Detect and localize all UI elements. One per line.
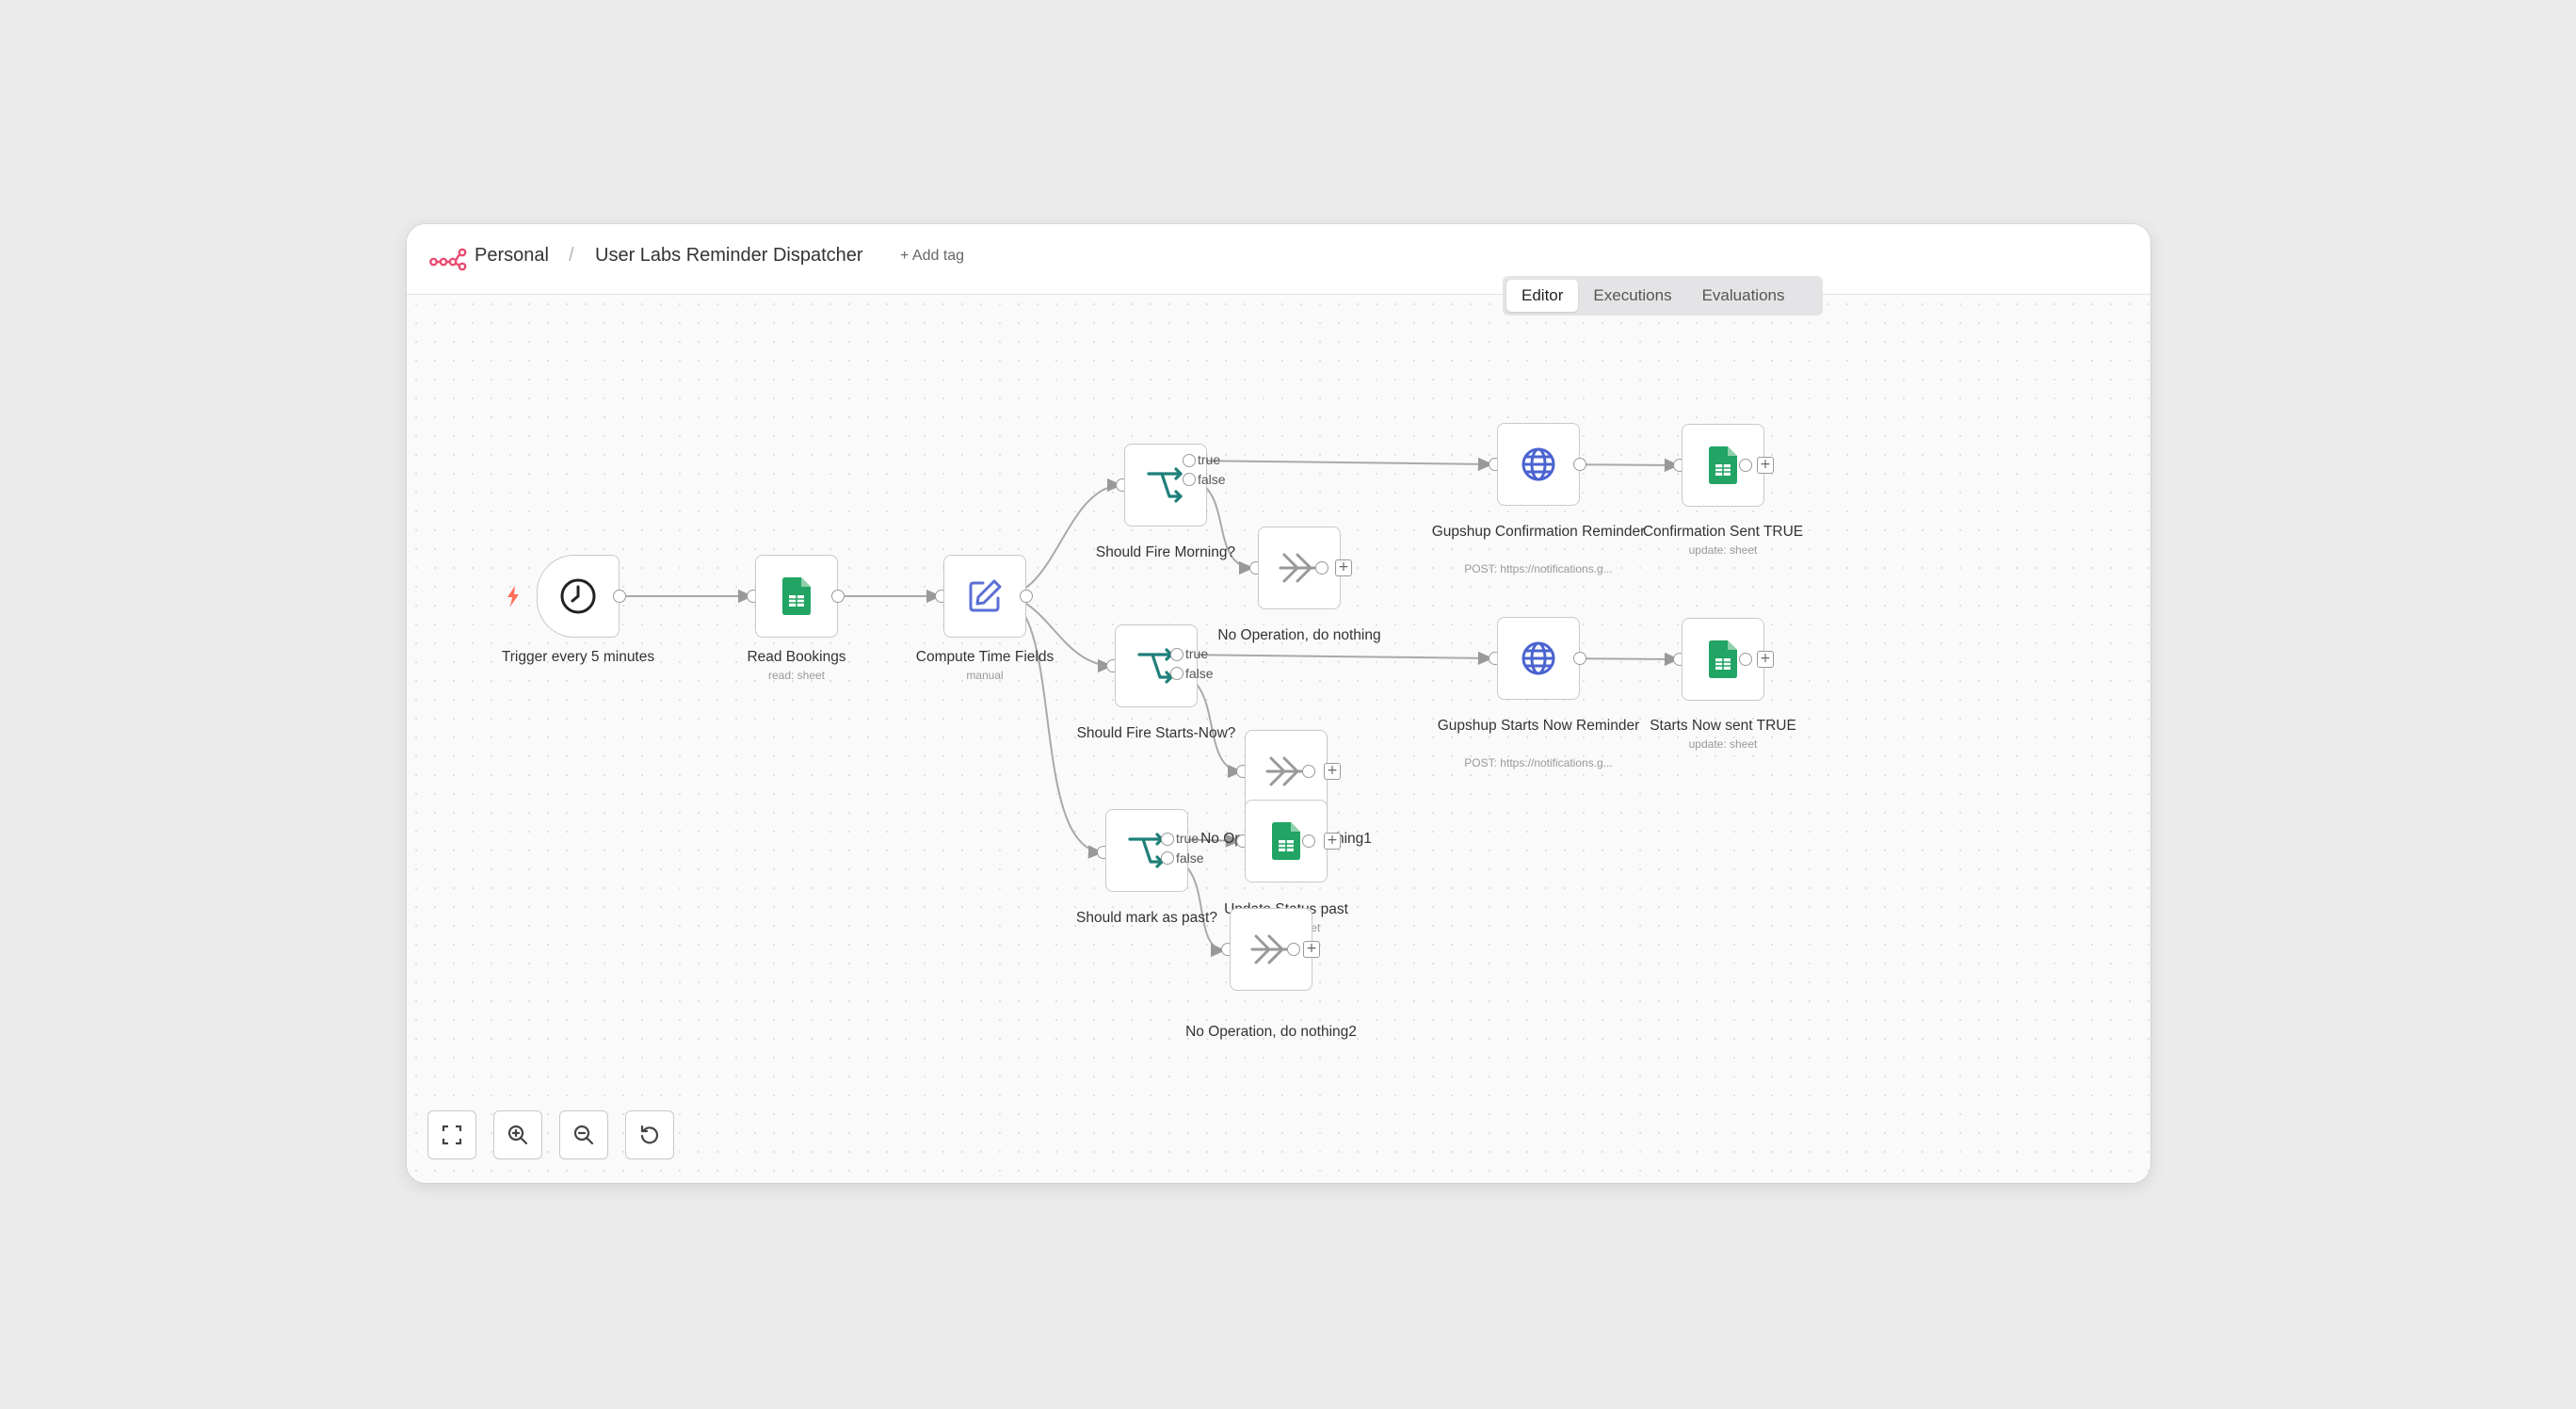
- view-tabs: Editor Executions Evaluations: [1503, 276, 1823, 316]
- node-trigger-every-5-minutes[interactable]: [537, 555, 620, 638]
- zoom-out-button[interactable]: [559, 1110, 608, 1159]
- true-output-port[interactable]: [1161, 833, 1174, 846]
- node-gupshup-starts-now[interactable]: [1497, 617, 1580, 700]
- false-branch-label: false: [1176, 850, 1204, 866]
- node-read-bookings[interactable]: [755, 555, 838, 638]
- output-port[interactable]: [1302, 765, 1315, 778]
- workflow-editor-window: Personal / User Labs Reminder Dispatcher…: [407, 224, 2150, 1183]
- reset-zoom-icon: [640, 1125, 659, 1144]
- node-sub-gupshup-confirmation: POST: https://notifications.g...: [1464, 562, 1613, 575]
- node-sub-confirmation-sent: update: sheet: [1688, 543, 1758, 557]
- node-sub-starts-sent: update: sheet: [1688, 737, 1758, 751]
- node-label-noop2: No Operation, do nothing2: [1185, 1024, 1357, 1040]
- output-port[interactable]: [1315, 561, 1328, 575]
- node-label-fire-starts-now: Should Fire Starts-Now?: [1076, 725, 1236, 741]
- globe-icon: [1521, 447, 1555, 481]
- zoom-in-icon: [507, 1125, 528, 1145]
- reset-zoom-button[interactable]: [625, 1110, 674, 1159]
- fit-view-button[interactable]: [427, 1110, 476, 1159]
- clock-icon: [560, 578, 596, 614]
- true-branch-label: true: [1185, 646, 1209, 661]
- noop-icon: [1265, 756, 1303, 786]
- node-label-starts-sent: Starts Now sent TRUE: [1650, 718, 1796, 734]
- output-port[interactable]: [613, 590, 626, 603]
- fit-view-icon: [442, 1125, 462, 1145]
- output-port[interactable]: [1020, 590, 1033, 603]
- false-branch-label: false: [1198, 472, 1226, 487]
- node-gupshup-confirmation[interactable]: [1497, 423, 1580, 506]
- node-sub-compute: manual: [966, 669, 1004, 682]
- trigger-bolt-icon: [507, 586, 519, 607]
- false-output-port[interactable]: [1170, 667, 1183, 680]
- node-label-confirmation-sent: Confirmation Sent TRUE: [1642, 524, 1804, 540]
- globe-icon: [1521, 641, 1555, 675]
- false-output-port[interactable]: [1161, 851, 1174, 865]
- output-port[interactable]: [1302, 834, 1315, 848]
- add-node-button[interactable]: +: [1303, 941, 1320, 958]
- true-branch-label: true: [1198, 452, 1221, 467]
- add-node-button[interactable]: +: [1757, 457, 1774, 474]
- google-sheets-icon: [1272, 822, 1300, 860]
- if-branch-icon: [1147, 467, 1183, 503]
- true-output-port[interactable]: [1183, 454, 1196, 467]
- google-sheets-icon: [782, 577, 811, 615]
- google-sheets-icon: [1709, 446, 1737, 484]
- tab-evaluations[interactable]: Evaluations: [1687, 280, 1800, 312]
- editor-header: Personal / User Labs Reminder Dispatcher…: [407, 224, 2150, 295]
- true-output-port[interactable]: [1170, 648, 1183, 661]
- node-label-trigger: Trigger every 5 minutes: [501, 649, 655, 665]
- true-branch-label: true: [1176, 831, 1199, 846]
- edge-morning-true-gupshup: [1186, 457, 1494, 472]
- output-port[interactable]: [1739, 459, 1752, 472]
- breadcrumb-separator: /: [569, 245, 574, 266]
- output-port[interactable]: [1739, 653, 1752, 666]
- breadcrumb-workspace[interactable]: Personal: [475, 245, 549, 267]
- output-port[interactable]: [1573, 458, 1586, 471]
- zoom-out-icon: [573, 1125, 594, 1145]
- zoom-in-button[interactable]: [493, 1110, 542, 1159]
- add-node-button[interactable]: +: [1335, 559, 1352, 576]
- output-port[interactable]: [1573, 652, 1586, 665]
- add-tag-button[interactable]: + Add tag: [900, 248, 964, 265]
- node-label-fire-morning: Should Fire Morning?: [1095, 544, 1236, 560]
- edit-icon: [969, 579, 1002, 612]
- tab-executions[interactable]: Executions: [1578, 280, 1686, 312]
- node-label-noop: No Operation, do nothing: [1217, 627, 1381, 643]
- google-sheets-icon: [1709, 640, 1737, 678]
- output-port[interactable]: [831, 590, 845, 603]
- false-branch-label: false: [1185, 666, 1214, 681]
- tab-editor[interactable]: Editor: [1506, 280, 1579, 312]
- output-port[interactable]: [1287, 943, 1300, 956]
- node-compute-time-fields[interactable]: [943, 555, 1026, 638]
- add-node-button[interactable]: +: [1757, 651, 1774, 668]
- noop-icon: [1250, 934, 1288, 964]
- edge-starts-true-gupshup: [1174, 651, 1494, 666]
- add-node-button[interactable]: +: [1324, 833, 1341, 850]
- add-node-button[interactable]: +: [1324, 763, 1341, 780]
- workflow-name[interactable]: User Labs Reminder Dispatcher: [595, 245, 863, 267]
- n8n-logo-icon[interactable]: [429, 247, 467, 271]
- workflow-canvas[interactable]: Trigger every 5 minutes Read Bookings re…: [407, 295, 2150, 1183]
- node-sub-gupshup-starts: POST: https://notifications.g...: [1464, 756, 1613, 769]
- noop-icon: [1279, 553, 1316, 583]
- node-label-compute: Compute Time Fields: [915, 649, 1055, 665]
- false-output-port[interactable]: [1183, 473, 1196, 486]
